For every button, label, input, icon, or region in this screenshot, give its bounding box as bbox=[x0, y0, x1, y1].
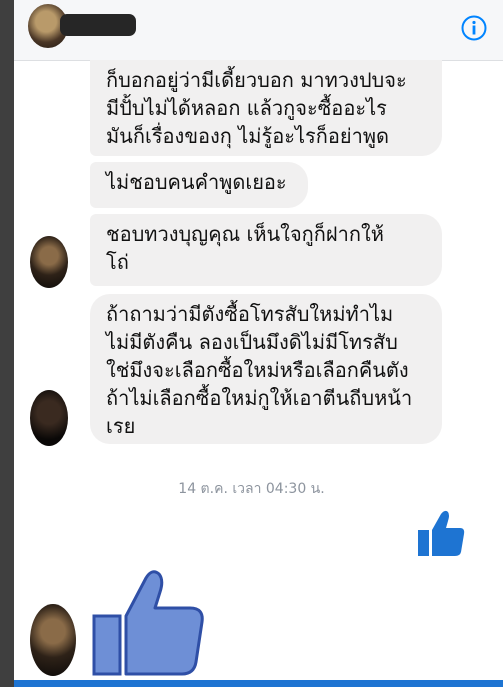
message-line: ชอบทวงบุญคุณ เห็นใจกูก็ฝากให้ bbox=[106, 222, 384, 246]
message-line: ถ้าถามว่ามีตังซื้อโทรสับใหม่ทำไม bbox=[106, 302, 394, 326]
left-edge-shadow bbox=[0, 0, 14, 687]
message-line: มันก็เรื่องของกุ ไม่รู้อะไรก็อย่าพูด bbox=[106, 124, 390, 148]
message-line: ไม่ชอบคนคำพูดเยอะ bbox=[106, 170, 287, 194]
message-line: เรย bbox=[106, 414, 136, 438]
message-bubble[interactable]: ถ้าถามว่ามีตังซื้อโทรสับใหม่ทำไม ไม่มีตั… bbox=[90, 294, 442, 444]
message-line: ก็บอกอยู่ว่ามีเดี้ยวบอก มาทวงปบจะ bbox=[106, 68, 407, 92]
composer-bar-edge bbox=[14, 680, 503, 687]
message-timestamp: 14 ต.ค. เวลา 04:30 น. bbox=[178, 481, 325, 497]
sender-avatar[interactable] bbox=[30, 390, 68, 446]
thumbs-up-icon[interactable] bbox=[92, 568, 206, 676]
thumbs-up-icon[interactable] bbox=[416, 508, 466, 560]
message-line: ใช่มึงจะเลือกซื้อใหม่หรือเลือกคืนตัง bbox=[106, 358, 409, 382]
message-bubble[interactable]: ไม่ชอบคนคำพูดเยอะ bbox=[90, 162, 308, 208]
message-line: ไม่มีตังคืน ลองเป็นมึงดิไม่มีโทรสับ bbox=[106, 330, 398, 354]
message-line: โถ่ bbox=[106, 250, 129, 274]
message-line: มีปั้บไม่ได้หลอก แล้วกูจะซื้ออะไร bbox=[106, 96, 387, 120]
sender-avatar[interactable] bbox=[30, 236, 68, 288]
sender-avatar[interactable] bbox=[30, 604, 76, 676]
info-icon[interactable] bbox=[460, 14, 488, 42]
message-bubble[interactable]: ชอบทวงบุญคุณ เห็นใจกูก็ฝากให้ โถ่ bbox=[90, 214, 442, 286]
contact-name[interactable] bbox=[60, 14, 136, 36]
message-line: ถ้าไม่เลือกซื้อใหม่กูให้เอาตีนถีบหน้า bbox=[106, 386, 413, 410]
message-bubble[interactable]: ก็บอกอยู่ว่ามีเดี้ยวบอก มาทวงปบจะ มีปั้บ… bbox=[90, 60, 442, 156]
messenger-conversation: ก็บอกอยู่ว่ามีเดี้ยวบอก มาทวงปบจะ มีปั้บ… bbox=[0, 0, 503, 687]
conversation-header bbox=[14, 0, 503, 61]
